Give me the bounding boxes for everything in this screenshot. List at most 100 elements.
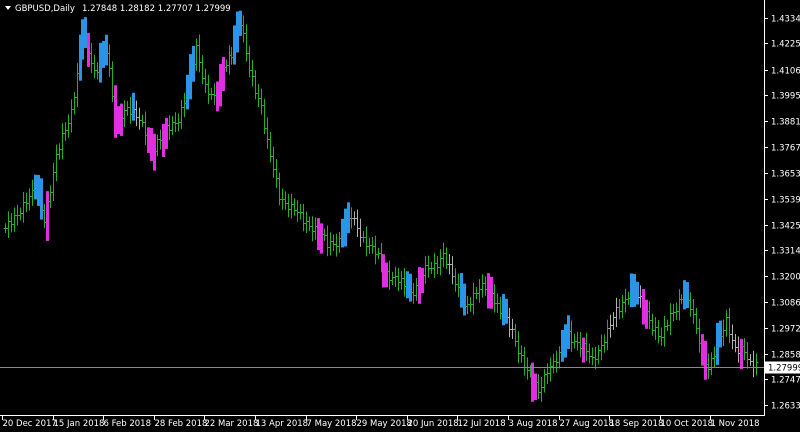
ohlc-bar — [107, 44, 112, 77]
time-axis[interactable]: 20 Dec 201715 Jan 2018 6 Feb 2018 28 Feb 2… — [0, 415, 765, 429]
date-tick-label: 20 Dec 2017 — [3, 419, 57, 429]
ohlc-bar — [605, 319, 610, 351]
signal-bar-up — [132, 92, 135, 121]
ohlc-bar-neutral — [137, 107, 142, 130]
signal-bar-down — [421, 267, 424, 294]
ohlc-bar — [197, 34, 202, 73]
ohlc-bar — [435, 256, 440, 275]
date-tick-label: 27 Aug 2018 — [560, 419, 614, 429]
ohlc-bar-neutral — [134, 100, 139, 127]
ohlc-bar-neutral — [614, 297, 619, 328]
signal-bar-up — [81, 19, 84, 60]
date-tick-label: 7 May 2018 — [307, 419, 357, 429]
ohlc-bar — [516, 331, 521, 364]
ohlc-bar — [691, 299, 696, 324]
ohlc-bar — [364, 226, 369, 257]
ohlc-bar — [48, 185, 53, 209]
ohlc-bar-neutral — [355, 209, 360, 238]
signal-bar-down — [317, 218, 320, 251]
price-axis[interactable]: 1.43347 1.42257 1.41067 1.39957 1.38817 1.376… — [764, 0, 800, 416]
ohlc-bar — [677, 289, 682, 321]
ohlc-bar — [206, 74, 211, 104]
ohlc-bar — [599, 334, 604, 361]
signal-bar-up — [239, 10, 242, 36]
ohlc-bar — [492, 284, 497, 313]
ohlc-bar-neutral — [733, 334, 738, 353]
chart-canvas[interactable]: 1.27999 1.43347 1.42257 1.41067 1.39957 1.38… — [0, 0, 800, 432]
ohlc-bar — [370, 237, 375, 254]
signal-bar-up — [463, 283, 466, 316]
ohlc-bar — [310, 216, 315, 242]
signal-bar-down — [120, 103, 123, 136]
signal-bar-down — [418, 267, 421, 304]
signal-bar-up — [460, 273, 463, 308]
ohlc-bar — [724, 309, 729, 337]
ohlc-bar — [662, 315, 667, 347]
ohlc-bar — [557, 346, 562, 369]
signal-bar-up — [347, 202, 350, 234]
signal-bar-up — [84, 17, 87, 49]
ohlc-bar — [42, 204, 47, 229]
signal-bar-up — [406, 271, 409, 299]
ohlc-bar — [712, 346, 717, 368]
ohlc-bar — [650, 313, 655, 336]
ohlc-bar — [453, 268, 458, 292]
ohlc-bar — [456, 273, 461, 298]
ohlc-bar — [110, 61, 115, 103]
price-chart[interactable]: 1.27999 1.43347 1.42257 1.41067 1.39957 1.38… — [0, 0, 800, 432]
ohlc-bar — [444, 247, 449, 270]
ohlc-bar — [590, 347, 595, 365]
signal-bar-down — [165, 117, 168, 149]
ohlc-bar — [587, 343, 592, 364]
ohlc-bar — [170, 116, 175, 136]
ohlc-bar — [250, 60, 255, 87]
ohlc-bar — [578, 332, 583, 358]
ohlc-bar — [57, 143, 62, 160]
ohlc-bar — [209, 87, 214, 100]
signal-bar-down — [153, 133, 156, 171]
ohlc-bar — [349, 207, 354, 229]
ohlc-bar — [426, 255, 431, 278]
date-tick-label: 13 Apr 2018 — [256, 419, 309, 429]
ohlc-bar — [402, 268, 407, 297]
ohlc-bar — [60, 123, 65, 160]
date-tick-label: 6 Feb 2018 — [104, 419, 152, 429]
ohlc-bar — [387, 260, 392, 290]
symbol-label: GBPUSD,Daily — [15, 4, 75, 14]
signal-bar-up — [99, 42, 102, 83]
ohlc-bar — [584, 333, 589, 362]
ohlc-bar — [182, 92, 187, 118]
ohlc-bar — [679, 294, 684, 305]
ohlc-bar-neutral — [611, 312, 616, 330]
ohlc-bar — [525, 357, 530, 380]
ohlc-bar — [203, 68, 208, 93]
date-tick-label: 10 Oct 2018 — [661, 419, 714, 429]
signal-bar-down — [114, 85, 117, 138]
signal-bar-down — [320, 223, 323, 254]
signal-bar-down — [582, 337, 585, 363]
ohlc-bar — [295, 200, 300, 222]
signal-bar-up — [34, 174, 37, 200]
ohlc-bar — [513, 323, 518, 347]
ohlc-bar — [694, 307, 699, 334]
price-tick-label: 1.34257 — [771, 222, 800, 232]
ohlc-bar — [6, 211, 11, 239]
ohlc-bar — [602, 334, 607, 353]
ohlc-bar — [292, 198, 297, 216]
ohlc-bar — [30, 179, 35, 206]
price-tick-label: 1.36537 — [771, 170, 800, 180]
price-tick-label: 1.30867 — [771, 299, 800, 309]
ohlc-label: 1.27848 1.28182 1.27707 1.27999 — [82, 4, 231, 14]
ohlc-bar — [18, 207, 23, 221]
ohlc-bar — [423, 256, 428, 284]
ohlc-bar-neutral — [748, 353, 753, 366]
signal-bar-down — [219, 63, 222, 107]
ohlc-bar — [212, 83, 217, 105]
ohlc-bar — [253, 70, 258, 100]
signal-bar-down — [147, 127, 150, 153]
signal-bar-up — [683, 280, 686, 310]
ohlc-bar — [626, 291, 631, 305]
dropdown-triangle-icon[interactable] — [5, 6, 11, 10]
signal-bar-up — [40, 178, 43, 220]
ohlc-bar — [596, 345, 601, 365]
